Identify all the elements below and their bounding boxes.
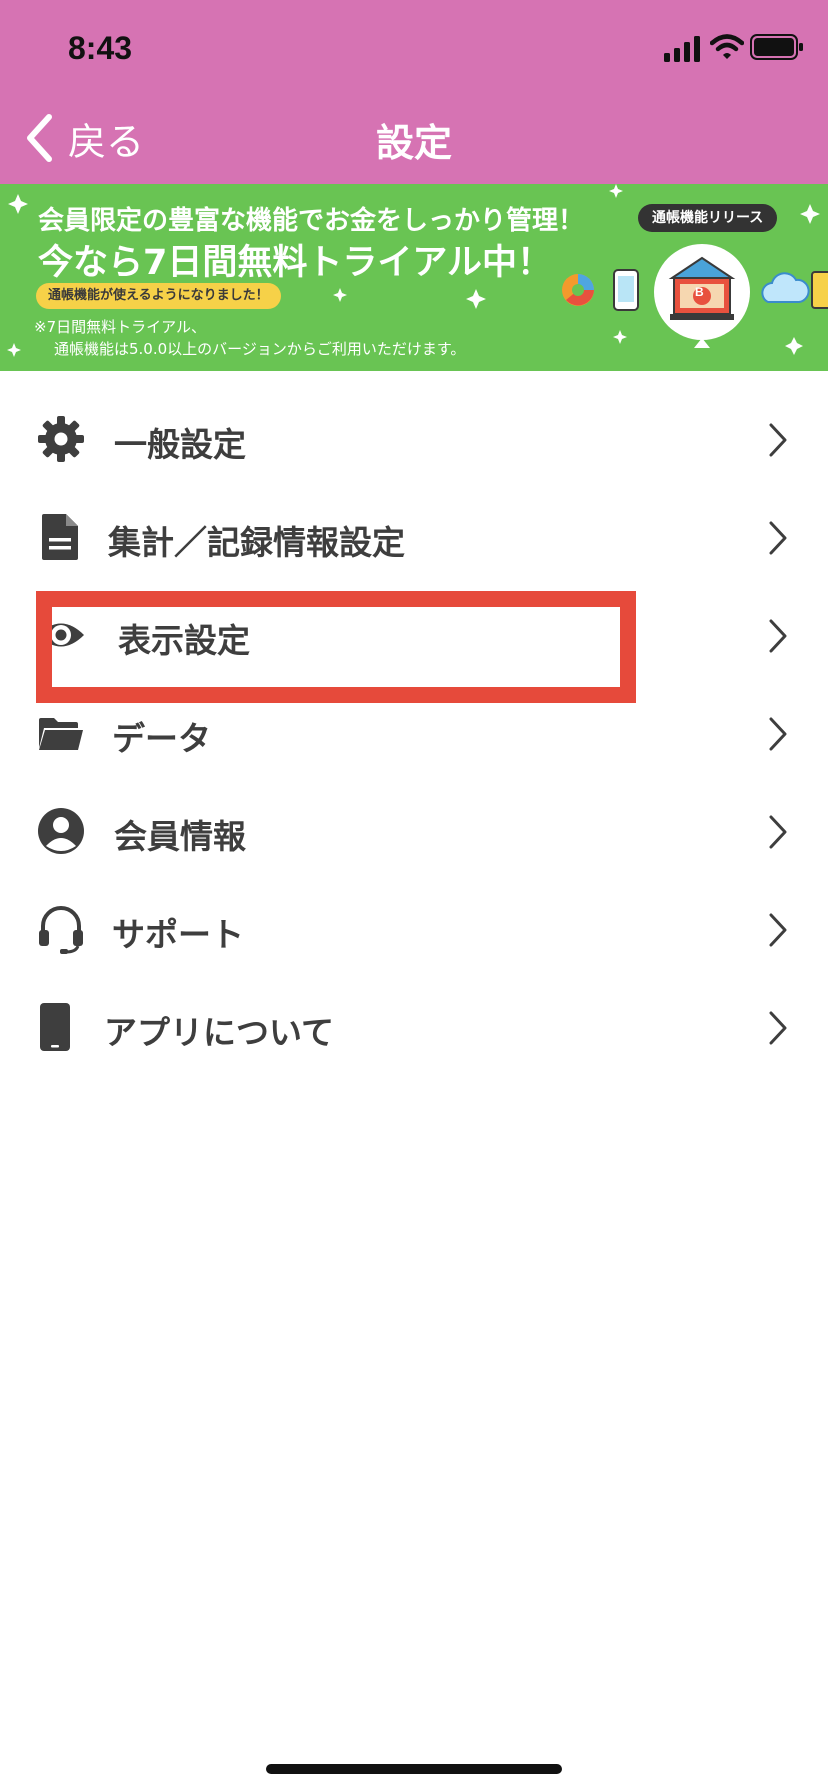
document-icon: [42, 514, 78, 560]
home-indicator[interactable]: [266, 1764, 562, 1774]
menu-label-support: サポート: [112, 915, 244, 954]
cloud-icon: [761, 272, 810, 303]
header-bar: 8:43 戻る 設定: [0, 0, 828, 184]
signal-icon: [664, 36, 700, 62]
banner-note-1: ※7日間無料トライアル、: [34, 318, 206, 336]
menu-item-support[interactable]: サポート: [0, 882, 828, 978]
pie-chart-icon: [562, 274, 594, 306]
menu-label-aggregate-settings: 集計／記録情報設定: [108, 523, 405, 562]
chevron-right-icon: [769, 423, 787, 457]
banner-trial-text: 今なら7日間無料トライアル中！: [38, 243, 553, 283]
menu-label-member-info: 会員情報: [114, 817, 246, 856]
headset-icon: [39, 906, 83, 954]
chevron-right-icon: [769, 521, 787, 555]
banner-feature-pill: 通帳機能が使えるようになりました！: [36, 283, 281, 309]
chevron-right-icon: [769, 913, 787, 947]
page-title: 設定: [375, 121, 452, 165]
battery-icon: [750, 34, 803, 60]
menu-item-display-settings[interactable]: 表示設定: [0, 588, 828, 684]
banner-note-2: 通帳機能は5.0.0以上のバージョンからご利用いただけます。: [54, 340, 466, 358]
menu-item-general[interactable]: 一般設定: [0, 392, 828, 488]
menu-item-about-app[interactable]: アプリについて: [0, 980, 828, 1076]
promo-banner[interactable]: 会員限定の豊富な機能でお金をしっかり管理！ 今なら7日間無料トライアル中！ 通帳…: [0, 184, 828, 371]
folder-icon: [39, 718, 83, 750]
user-circle-icon: [38, 808, 84, 854]
phone-icon: [40, 1003, 70, 1051]
wifi-icon: [710, 34, 744, 59]
status-icons: [664, 34, 803, 64]
chevron-right-icon: [769, 619, 787, 653]
menu-label-data: データ: [112, 719, 211, 758]
menu-item-data[interactable]: データ: [0, 686, 828, 782]
menu-item-member-info[interactable]: 会員情報: [0, 784, 828, 880]
menu-label-display-settings: 表示設定: [118, 621, 250, 660]
chevron-right-icon: [769, 815, 787, 849]
menu-label-general: 一般設定: [114, 425, 246, 464]
banner-release-badge: 通帳機能リリース: [638, 204, 778, 232]
status-time: 8:43: [68, 30, 133, 66]
menu-label-about-app: アプリについて: [104, 1013, 335, 1052]
chevron-right-icon: [769, 717, 787, 751]
menu-item-aggregate-settings[interactable]: 集計／記録情報設定: [0, 490, 828, 586]
banner-headline: 会員限定の豊富な機能でお金をしっかり管理！: [38, 206, 585, 236]
bank-letter: B: [695, 285, 704, 299]
chevron-right-icon: [769, 1011, 787, 1045]
mobile-icon: [613, 269, 639, 311]
gear-icon: [38, 416, 84, 462]
eye-icon: [38, 623, 84, 647]
